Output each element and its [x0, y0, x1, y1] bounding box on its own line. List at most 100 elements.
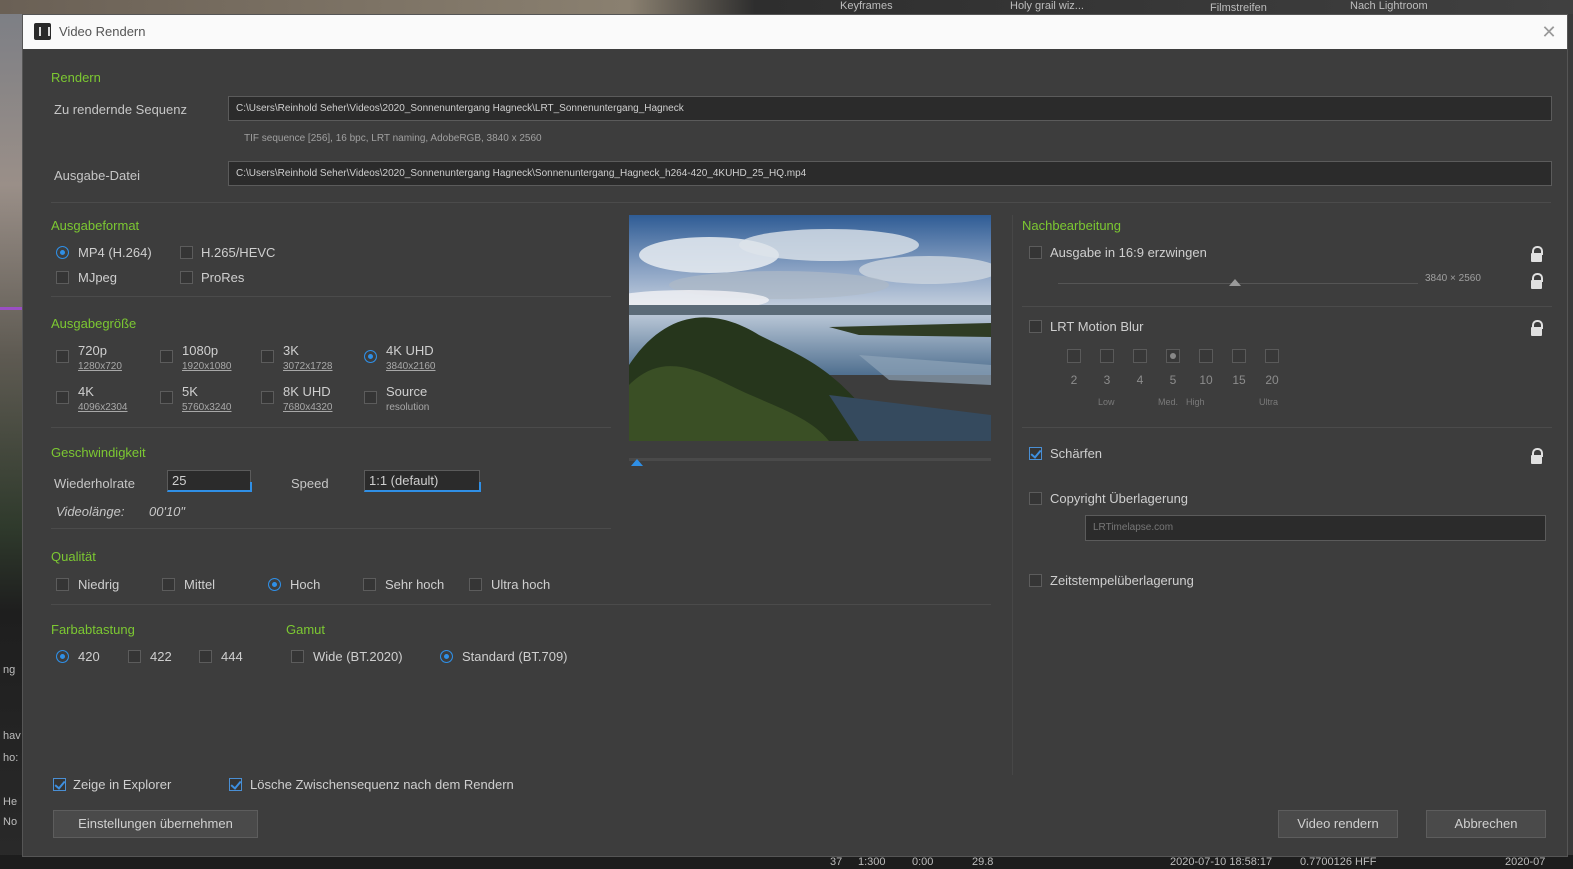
background-toolbar — [0, 0, 1573, 14]
bg-left-label: hav — [3, 730, 21, 742]
size-5k-radio[interactable] — [160, 391, 173, 404]
gamut-standard-radio[interactable] — [440, 650, 453, 663]
blur-tag-high: High — [1186, 397, 1205, 407]
timestamp-checkbox[interactable] — [1029, 574, 1042, 587]
lock-icon[interactable] — [1531, 246, 1543, 262]
size-3k-label: 3K — [283, 343, 299, 358]
format-mp4-label: MP4 (H.264) — [78, 245, 152, 260]
output-file-field[interactable]: C:\Users\Reinhold Seher\Videos\2020_Sonn… — [228, 161, 1552, 186]
aspect-slider-handle[interactable] — [1229, 279, 1241, 286]
force169-label: Ausgabe in 16:9 erzwingen — [1050, 245, 1207, 260]
quality-veryhigh-label: Sehr hoch — [385, 577, 445, 592]
preview-scrubber-track[interactable] — [629, 458, 991, 461]
blur-option-10[interactable] — [1199, 349, 1213, 363]
speed-heading: Geschwindigkeit — [51, 445, 146, 460]
chroma-420-radio[interactable] — [56, 650, 69, 663]
speed-select[interactable]: 1:1 (default) — [364, 470, 481, 492]
size-4kuhd-res: 3840x2160 — [386, 361, 436, 372]
chroma-444-radio[interactable] — [199, 650, 212, 663]
apply-settings-button[interactable]: Einstellungen übernehmen — [53, 810, 258, 838]
quality-ultrahigh-radio[interactable] — [469, 578, 482, 591]
lock-icon[interactable] — [1531, 320, 1543, 336]
size-720p-radio[interactable] — [56, 350, 69, 363]
quality-high-radio[interactable] — [268, 578, 281, 591]
copyright-label: Copyright Überlagerung — [1050, 491, 1189, 506]
quality-high-label: Hoch — [290, 577, 321, 592]
divider — [51, 427, 611, 428]
divider — [51, 528, 611, 529]
size-8kuhd-radio[interactable] — [261, 391, 274, 404]
motion-blur-label: LRT Motion Blur — [1050, 319, 1144, 334]
chroma-422-label: 422 — [150, 649, 172, 664]
bg-status: 37 — [830, 856, 843, 868]
bg-status: 29.8 — [972, 856, 994, 868]
force169-dims: 3840 × 2560 — [1425, 273, 1481, 284]
format-mjpeg-radio[interactable] — [56, 271, 69, 284]
bg-tab-lightroom: Nach Lightroom — [1350, 0, 1428, 12]
preview-image — [629, 215, 991, 441]
chroma-heading: Farbabtastung — [51, 622, 135, 637]
blur-option-2[interactable] — [1067, 349, 1081, 363]
size-4k-label: 4K — [78, 384, 94, 399]
quality-low-label: Niedrig — [78, 577, 120, 592]
sequence-info: TIF sequence [256], 16 bpc, LRT naming, … — [244, 133, 542, 144]
size-1080p-res: 1920x1080 — [182, 361, 232, 372]
format-mp4-radio[interactable] — [56, 246, 69, 259]
motion-blur-checkbox[interactable] — [1029, 320, 1042, 333]
gamut-heading: Gamut — [286, 622, 326, 637]
size-1080p-label: 1080p — [182, 343, 219, 358]
close-button[interactable]: ✕ — [1537, 21, 1561, 43]
chroma-422-radio[interactable] — [128, 650, 141, 663]
bg-tab-filmstrip: Filmstreifen — [1210, 2, 1267, 14]
bg-left-label: No — [3, 816, 18, 828]
divider — [51, 604, 991, 605]
format-prores-radio[interactable] — [180, 271, 193, 284]
copyright-text-field[interactable]: LRTimelapse.com — [1085, 515, 1546, 541]
size-3k-res: 3072x1728 — [283, 361, 333, 372]
gamut-wide-label: Wide (BT.2020) — [313, 649, 403, 664]
force169-checkbox[interactable] — [1029, 246, 1042, 259]
format-hevc-label: H.265/HEVC — [201, 245, 276, 260]
quality-veryhigh-radio[interactable] — [363, 578, 376, 591]
blur-value: 2 — [1070, 373, 1078, 387]
blur-value: 5 — [1169, 373, 1177, 387]
size-3k-radio[interactable] — [261, 350, 274, 363]
blur-option-4[interactable] — [1133, 349, 1147, 363]
quality-low-radio[interactable] — [56, 578, 69, 591]
lock-icon[interactable] — [1531, 273, 1543, 289]
size-4kuhd-radio[interactable] — [364, 350, 377, 363]
size-4k-radio[interactable] — [56, 391, 69, 404]
preview-scrubber-handle[interactable] — [631, 459, 643, 466]
size-1080p-radio[interactable] — [160, 350, 173, 363]
show-explorer-checkbox[interactable] — [53, 778, 66, 791]
size-heading: Ausgabegröße — [51, 316, 137, 331]
blur-option-3[interactable] — [1100, 349, 1114, 363]
video-render-dialog: Video Rendern ✕ Rendern Zu rendernde Seq… — [22, 14, 1568, 857]
blur-option-5[interactable] — [1166, 349, 1180, 363]
bg-left-label: He — [3, 796, 18, 808]
bg-status: 1:300 — [858, 856, 886, 868]
sequence-path-field[interactable]: C:\Users\Reinhold Seher\Videos\2020_Sonn… — [228, 96, 1552, 121]
render-video-button[interactable]: Video rendern — [1278, 810, 1398, 838]
copyright-checkbox[interactable] — [1029, 492, 1042, 505]
app-icon — [34, 23, 51, 40]
gamut-wide-radio[interactable] — [291, 650, 304, 663]
title-bar[interactable]: Video Rendern ✕ — [23, 15, 1567, 49]
size-source-radio[interactable] — [364, 391, 377, 404]
video-length-value: 00'10" — [149, 504, 186, 519]
blur-option-20[interactable] — [1265, 349, 1279, 363]
post-heading: Nachbearbeitung — [1022, 218, 1122, 233]
divider — [51, 296, 611, 297]
size-4kuhd-label: 4K UHD — [386, 343, 434, 358]
lock-icon[interactable] — [1531, 448, 1543, 464]
format-hevc-radio[interactable] — [180, 246, 193, 259]
delete-intermediate-checkbox[interactable] — [229, 778, 242, 791]
sharpen-checkbox[interactable] — [1029, 447, 1042, 460]
blur-option-15[interactable] — [1232, 349, 1246, 363]
fps-input[interactable]: 25 — [167, 470, 252, 492]
cancel-button[interactable]: Abbrechen — [1426, 810, 1546, 838]
bg-status: 0:00 — [912, 856, 934, 868]
chroma-444-label: 444 — [221, 649, 243, 664]
quality-medium-radio[interactable] — [162, 578, 175, 591]
render-heading: Rendern — [51, 70, 101, 85]
